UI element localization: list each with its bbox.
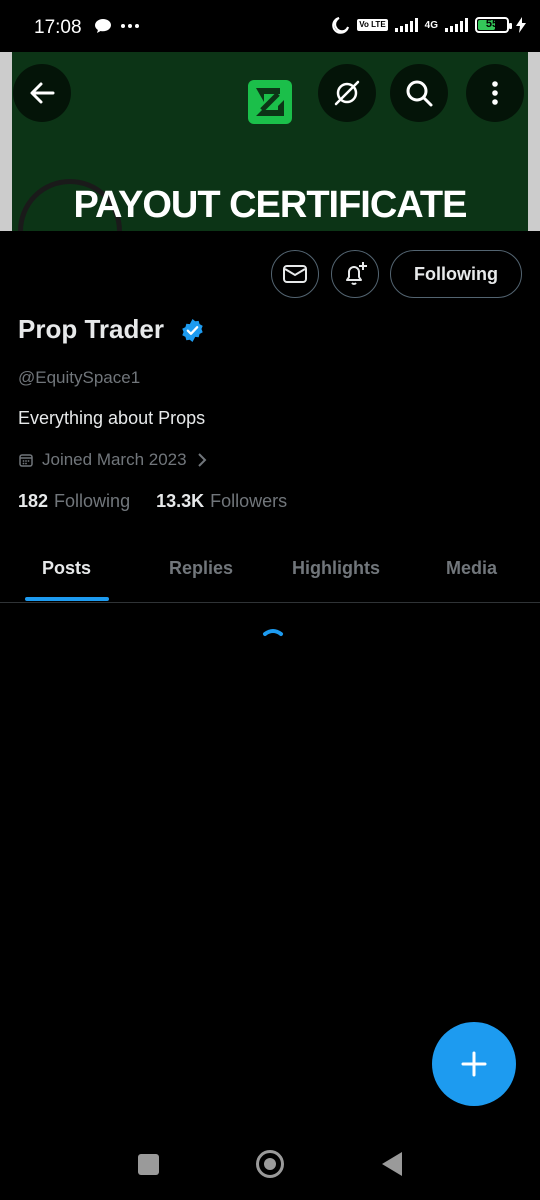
more-dots-icon xyxy=(121,24,139,28)
banner-logo xyxy=(248,80,292,124)
followers-stat-label: Followers xyxy=(210,491,288,511)
joined-date: Joined March 2023 xyxy=(42,450,187,469)
tab-replies[interactable]: Replies xyxy=(169,558,233,579)
charging-icon xyxy=(516,17,526,33)
status-time: 17:08 xyxy=(34,17,82,38)
system-nav-bar xyxy=(0,1128,540,1200)
grok-icon xyxy=(334,80,360,106)
followers-stat[interactable]: 13.3K Followers xyxy=(156,491,287,512)
home-circle-icon[interactable] xyxy=(256,1150,284,1178)
mail-icon xyxy=(283,265,307,283)
signal-icon xyxy=(445,18,468,32)
profile-bio: Everything about Props xyxy=(18,408,206,428)
recents-square-icon[interactable] xyxy=(138,1154,159,1175)
battery-icon: 55 xyxy=(475,17,512,33)
battery-level: 55 xyxy=(485,18,499,30)
active-tab-indicator xyxy=(25,597,109,601)
chevron-right-icon xyxy=(197,453,207,467)
back-button[interactable] xyxy=(13,64,71,122)
network-type: 4G xyxy=(424,19,438,31)
more-vertical-icon xyxy=(492,81,498,105)
plus-icon xyxy=(461,1051,487,1077)
status-bar: 17:08 Vo LTE 4G 55 xyxy=(0,0,540,52)
tab-highlights[interactable]: Highlights xyxy=(292,558,380,579)
search-button[interactable] xyxy=(390,64,448,122)
followers-count: 13.3K xyxy=(156,491,205,511)
grok-button[interactable] xyxy=(318,64,376,122)
back-arrow-icon xyxy=(30,82,55,104)
verified-badge-icon xyxy=(182,319,203,342)
chat-bubble-icon xyxy=(95,19,111,33)
message-button[interactable] xyxy=(271,250,319,298)
tab-posts[interactable]: Posts xyxy=(42,558,91,579)
following-count: 182 xyxy=(18,491,49,511)
following-stat-label: Following xyxy=(54,491,131,511)
profile-banner[interactable]: PAYOUT CERTIFICATE xyxy=(12,52,528,231)
bell-plus-icon xyxy=(346,262,367,285)
tab-media[interactable]: Media xyxy=(446,558,497,579)
signal-icon xyxy=(394,18,418,32)
joined-date-row[interactable]: Joined March 2023 xyxy=(18,450,209,470)
profile-handle: @EquitySpace1 xyxy=(18,368,141,387)
notifications-button[interactable] xyxy=(331,250,379,298)
banner-title: PAYOUT CERTIFICATE xyxy=(73,184,468,226)
profile-stats: 182 Following 13.3K Followers xyxy=(18,491,287,512)
search-icon xyxy=(406,80,433,107)
more-button[interactable] xyxy=(466,64,524,122)
following-button[interactable]: Following xyxy=(390,250,522,298)
following-stat[interactable]: 182 Following xyxy=(18,491,130,512)
moon-icon xyxy=(332,17,350,34)
profile-tabs: Posts Replies Highlights Media xyxy=(0,540,540,603)
compose-post-button[interactable] xyxy=(432,1022,516,1106)
loading-spinner-icon xyxy=(263,629,283,636)
back-triangle-icon[interactable] xyxy=(382,1152,402,1176)
profile-name: Prop Trader xyxy=(18,314,164,344)
profile-banner-area: PAYOUT CERTIFICATE xyxy=(0,52,540,231)
volte-badge: Vo LTE xyxy=(357,19,388,31)
calendar-icon xyxy=(19,454,33,467)
